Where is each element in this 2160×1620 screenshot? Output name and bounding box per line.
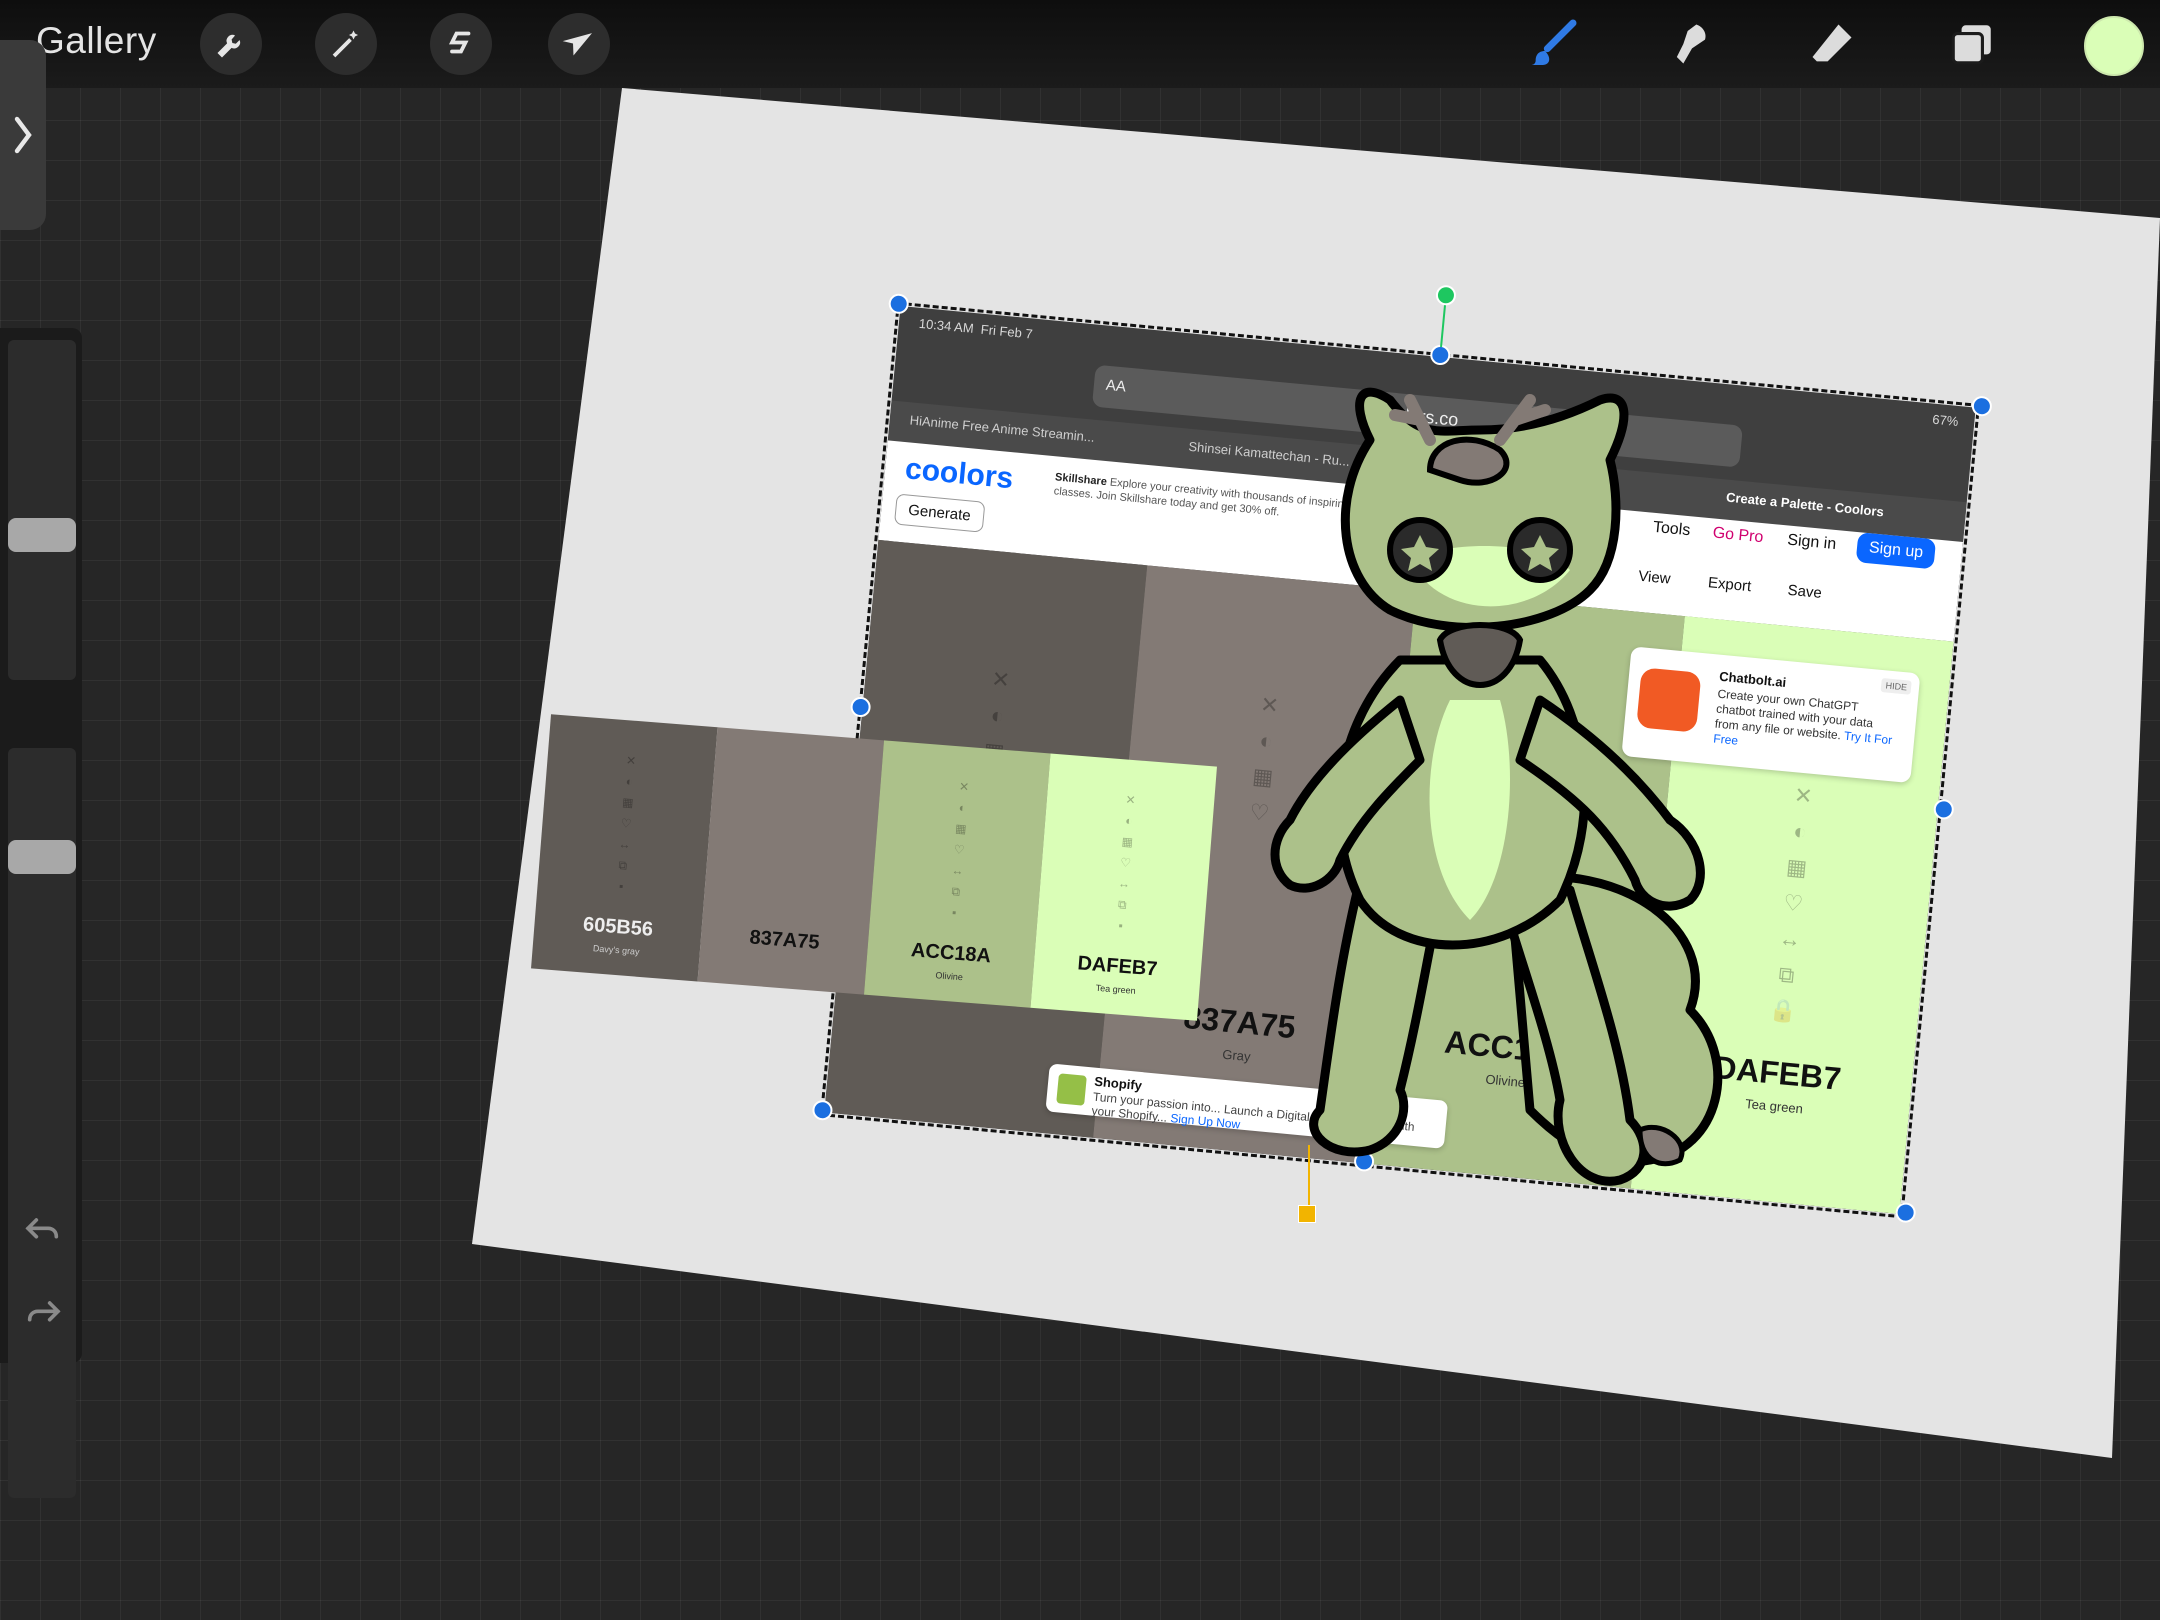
undo-button[interactable]: [18, 1208, 68, 1252]
actions-button[interactable]: [200, 13, 262, 75]
brush-size-slider[interactable]: [8, 340, 76, 680]
warp-stem: [1308, 1145, 1310, 1205]
adjustments-button[interactable]: [315, 13, 377, 75]
chevron-right-icon: [14, 116, 32, 154]
selection-button[interactable]: [430, 13, 492, 75]
wrench-icon: [217, 34, 241, 58]
color-picker-button[interactable]: [2084, 16, 2144, 76]
sidebar-toggle[interactable]: [0, 40, 46, 230]
eraser-icon: [1812, 24, 1852, 62]
opacity-thumb[interactable]: [8, 840, 76, 874]
brush-button[interactable]: [1520, 12, 1584, 76]
eraser-button[interactable]: [1800, 12, 1864, 76]
smudge-icon: [1676, 24, 1706, 64]
top-toolbar: Gallery: [0, 0, 2160, 88]
canvas-area[interactable]: 10:34 AM Fri Feb 7 67% AA coolors.co HiA…: [0, 0, 2160, 1620]
brush-size-thumb[interactable]: [8, 518, 76, 552]
brush-icon: [1531, 19, 1577, 65]
selection-icon: [448, 31, 471, 54]
layers-icon: [1951, 25, 1991, 65]
left-sidebar: [0, 328, 82, 1498]
layers-button[interactable]: [1940, 12, 2004, 76]
transform-arrow-icon: [562, 33, 593, 56]
magic-wand-icon: [332, 30, 358, 58]
redo-icon: [27, 1301, 61, 1322]
warp-handle[interactable]: [1298, 1205, 1316, 1223]
transform-button[interactable]: [548, 13, 610, 75]
character-drawing[interactable]: [0, 0, 2160, 1620]
redo-button[interactable]: [18, 1291, 68, 1335]
smudge-button[interactable]: [1660, 12, 1724, 76]
gallery-button[interactable]: Gallery: [36, 20, 157, 62]
undo-icon: [25, 1218, 59, 1239]
